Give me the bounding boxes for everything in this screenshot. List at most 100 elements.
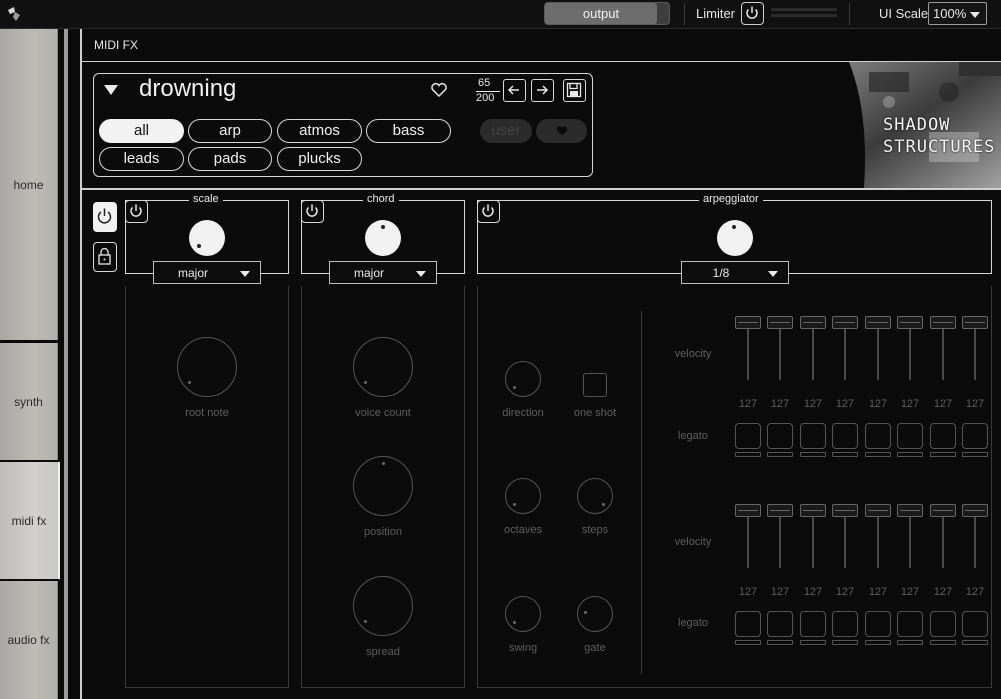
legato-toggle[interactable] [962, 423, 988, 449]
velocity-value: 127 [803, 398, 823, 410]
arpeggiator-rate-select[interactable]: 1/8 [681, 261, 789, 284]
tag-atmos[interactable]: atmos [277, 119, 362, 143]
velocity-slider[interactable] [897, 316, 923, 384]
velocity-value: 127 [868, 586, 888, 598]
ui-scale-select[interactable]: 100% [928, 2, 987, 25]
tag-all[interactable]: all [99, 119, 184, 143]
legato-toggle[interactable] [832, 611, 858, 637]
velocity-slider[interactable] [800, 316, 826, 384]
divider [849, 3, 850, 25]
arpeggiator-power-button[interactable] [477, 200, 500, 223]
preset-total: 200 [476, 92, 495, 104]
tag-arp[interactable]: arp [188, 119, 272, 143]
legato-toggle[interactable] [930, 423, 956, 449]
direction-knob[interactable] [505, 361, 541, 397]
velocity-slider[interactable] [930, 316, 956, 384]
sidebar-item-synth[interactable]: synth [0, 343, 58, 460]
legato-toggle[interactable] [800, 423, 826, 449]
preset-menu-caret-icon[interactable] [104, 85, 118, 95]
spread-knob[interactable] [353, 576, 413, 636]
sidebar-item-label: home [13, 177, 44, 192]
gate-label: gate [584, 642, 606, 654]
velocity-slider[interactable] [930, 504, 956, 572]
next-preset-button[interactable] [531, 79, 554, 102]
sidebar-item-label: synth [14, 394, 43, 409]
heart-icon [556, 126, 567, 136]
chord-power-button[interactable] [301, 200, 324, 223]
voice-count-knob[interactable] [353, 337, 413, 397]
steps-knob[interactable] [577, 478, 613, 514]
velocity-slider[interactable] [865, 504, 891, 572]
scale-power-button[interactable] [125, 200, 148, 223]
tag-plucks[interactable]: plucks [277, 147, 362, 171]
one-shot-checkbox[interactable] [583, 373, 607, 397]
heart-icon[interactable] [430, 82, 448, 98]
chord-mode-value: major [353, 266, 384, 280]
legato-toggle[interactable] [930, 611, 956, 637]
velocity-value: 127 [868, 398, 888, 410]
preset-name[interactable]: drowning [139, 75, 236, 103]
previous-preset-button[interactable] [503, 79, 526, 102]
lock-icon [98, 247, 111, 265]
velocity-slider[interactable] [865, 316, 891, 384]
legato-toggle[interactable] [865, 611, 891, 637]
divider [82, 188, 1001, 190]
step-indicator [897, 640, 923, 645]
chord-mode-select[interactable]: major [329, 261, 437, 284]
output-toggle[interactable]: output [544, 2, 670, 25]
velocity-slider[interactable] [897, 504, 923, 572]
swing-knob[interactable] [505, 596, 541, 632]
tag-leads[interactable]: leads [99, 147, 184, 171]
chevron-down-icon [240, 271, 250, 277]
arrow-right-icon [537, 85, 549, 95]
velocity-slider[interactable] [962, 316, 988, 384]
power-icon [130, 204, 142, 217]
sidebar-item-home[interactable]: home [0, 29, 58, 340]
step-indicator [962, 452, 988, 457]
velocity-slider[interactable] [832, 316, 858, 384]
sidebar-item-audio-fx[interactable]: audio fx [0, 581, 58, 699]
swing-label: swing [508, 642, 538, 654]
legato-toggle[interactable] [865, 423, 891, 449]
velocity-slider[interactable] [767, 504, 793, 572]
arpeggiator-knob[interactable] [717, 220, 753, 256]
legato-toggle[interactable] [800, 611, 826, 637]
limiter-power-button[interactable] [741, 2, 764, 25]
legato-toggle[interactable] [832, 423, 858, 449]
divider [641, 311, 642, 674]
chord-knob[interactable] [365, 220, 401, 256]
velocity-value: 127 [965, 398, 985, 410]
filter-favorites[interactable] [536, 119, 587, 143]
lock-button[interactable] [93, 242, 117, 272]
step-indicator [897, 452, 923, 457]
legato-toggle[interactable] [897, 423, 923, 449]
scale-mode-select[interactable]: major [153, 261, 261, 284]
arpeggiator-rate-value: 1/8 [712, 266, 730, 280]
scale-knob[interactable] [189, 220, 225, 256]
root-note-label: root note [185, 407, 229, 419]
legato-toggle[interactable] [735, 611, 761, 637]
gate-knob[interactable] [577, 596, 613, 632]
module-power-button[interactable] [93, 202, 117, 232]
tag-bass[interactable]: bass [366, 119, 451, 143]
velocity-slider[interactable] [735, 504, 761, 572]
octaves-knob[interactable] [505, 478, 541, 514]
velocity-slider[interactable] [962, 504, 988, 572]
root-note-knob[interactable] [177, 337, 237, 397]
save-preset-button[interactable] [563, 79, 586, 102]
velocity-slider[interactable] [800, 504, 826, 572]
legato-toggle[interactable] [767, 423, 793, 449]
velocity-slider[interactable] [767, 316, 793, 384]
legato-toggle[interactable] [897, 611, 923, 637]
legato-toggle[interactable] [767, 611, 793, 637]
position-knob[interactable] [353, 456, 413, 516]
velocity-slider[interactable] [735, 316, 761, 384]
power-icon [746, 6, 758, 19]
legato-toggle[interactable] [735, 423, 761, 449]
filter-user[interactable]: user [480, 119, 532, 143]
sidebar-item-midi-fx[interactable]: midi fx [0, 462, 60, 579]
output-label: output [545, 3, 657, 24]
tag-pads[interactable]: pads [188, 147, 272, 171]
velocity-slider[interactable] [832, 504, 858, 572]
legato-toggle[interactable] [962, 611, 988, 637]
